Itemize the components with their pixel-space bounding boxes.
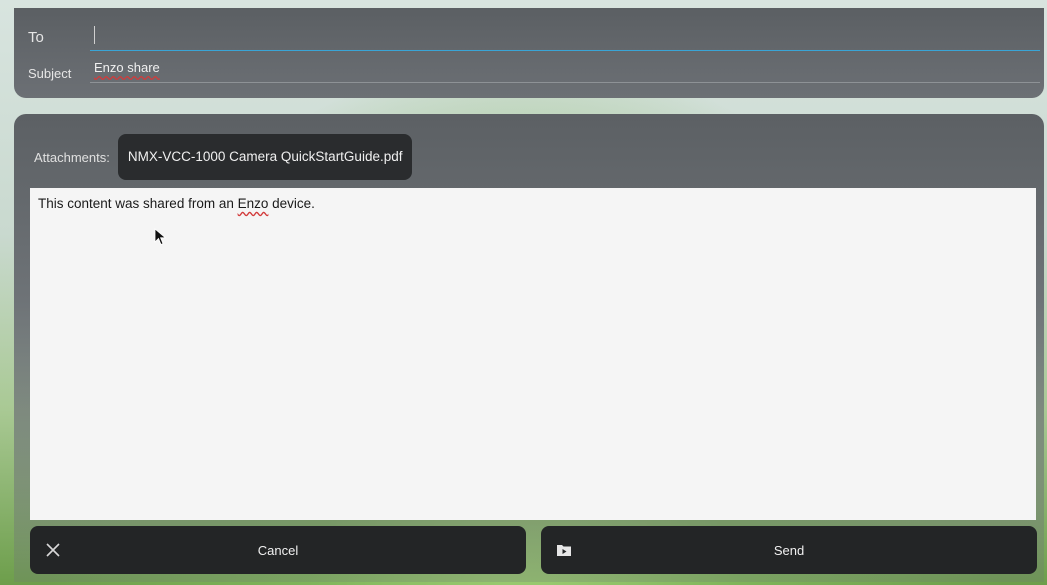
subject-row: Subject Enzo share bbox=[14, 60, 1044, 86]
body-text-misspelled-word: Enzo bbox=[237, 196, 269, 211]
send-button[interactable]: Send bbox=[541, 526, 1037, 574]
subject-value-text: Enzo share bbox=[94, 60, 160, 75]
attachments-row: Attachments: NMX-VCC-1000 Camera QuickSt… bbox=[34, 134, 413, 180]
subject-label: Subject bbox=[28, 65, 72, 81]
recipient-header-panel: To Subject Enzo share bbox=[14, 8, 1044, 98]
subject-input[interactable]: Enzo share bbox=[90, 60, 1040, 83]
email-compose-screen: To Subject Enzo share Attachments: NMX-V… bbox=[0, 0, 1047, 585]
body-text-suffix: device. bbox=[268, 196, 315, 211]
to-input[interactable] bbox=[90, 22, 1040, 51]
message-body-textarea[interactable]: This content was shared from an Enzo dev… bbox=[30, 188, 1036, 520]
send-label: Send bbox=[773, 542, 805, 558]
cancel-label: Cancel bbox=[257, 542, 299, 558]
to-row: To bbox=[14, 22, 1044, 52]
mouse-pointer-icon bbox=[154, 228, 167, 246]
send-icon bbox=[557, 545, 571, 556]
compose-panel: Attachments: NMX-VCC-1000 Camera QuickSt… bbox=[14, 114, 1044, 582]
body-text-prefix: This content was shared from an bbox=[38, 196, 238, 211]
text-cursor bbox=[94, 26, 95, 44]
attachments-label: Attachments: bbox=[34, 149, 110, 165]
to-label: To bbox=[28, 28, 44, 46]
attachment-chip[interactable]: NMX-VCC-1000 Camera QuickStartGuide.pdf bbox=[117, 134, 413, 180]
subject-value: Enzo share bbox=[94, 60, 160, 75]
close-icon bbox=[46, 543, 60, 557]
cancel-button[interactable]: Cancel bbox=[30, 526, 526, 574]
